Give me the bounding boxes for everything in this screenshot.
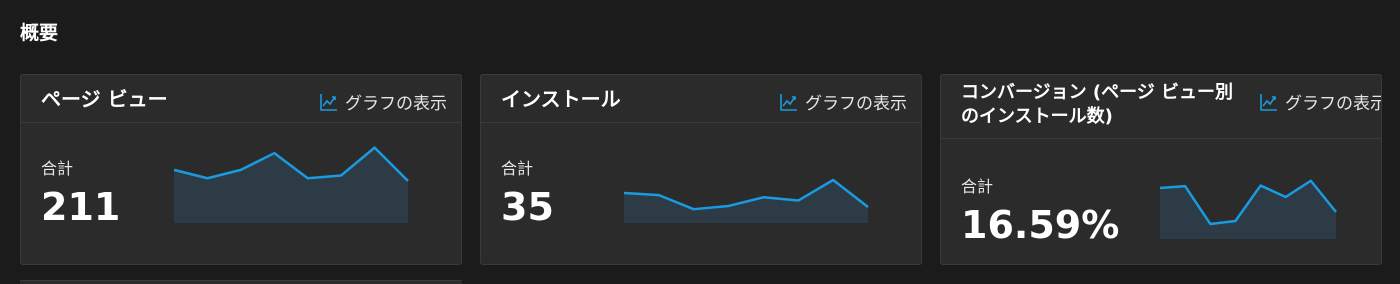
total-value: 35 <box>501 185 554 229</box>
card-header: コンバージョン (ページ ビュー別のインストール数) グラフの表示 <box>941 75 1381 139</box>
total-label: 合計 <box>41 159 74 178</box>
card-title: インストール <box>501 87 621 111</box>
show-graph-label: グラフの表示 <box>1285 94 1382 114</box>
show-graph-link[interactable]: グラフの表示 <box>779 89 907 114</box>
sparkline-area <box>174 147 408 223</box>
sparkline <box>1159 179 1337 239</box>
show-graph-label: グラフの表示 <box>345 94 447 114</box>
card-page-views: ページ ビュー グラフの表示 合計 211 <box>20 74 462 265</box>
total-label: 合計 <box>961 177 994 196</box>
show-graph-link[interactable]: グラフの表示 <box>1259 89 1382 114</box>
card-title: ページ ビュー <box>41 87 168 111</box>
card-conversion: コンバージョン (ページ ビュー別のインストール数) グラフの表示 合計 16.… <box>940 74 1382 265</box>
overview-title: 概要 <box>20 22 59 44</box>
card-installs: インストール グラフの表示 合計 35 <box>480 74 922 265</box>
show-graph-label: グラフの表示 <box>805 94 907 114</box>
card-header: インストール グラフの表示 <box>481 75 921 123</box>
sparkline <box>623 178 869 223</box>
line-chart-icon <box>1259 92 1279 112</box>
line-chart-icon <box>779 92 799 112</box>
card-title: コンバージョン (ページ ビュー別のインストール数) <box>961 82 1234 127</box>
line-chart-icon <box>319 92 339 112</box>
total-label: 合計 <box>501 159 534 178</box>
total-value: 16.59% <box>961 203 1120 247</box>
show-graph-link[interactable]: グラフの表示 <box>319 89 447 114</box>
card-header: ページ ビュー グラフの表示 <box>21 75 461 123</box>
total-value: 211 <box>41 185 121 229</box>
sparkline <box>173 146 409 223</box>
next-card-edge <box>20 280 462 284</box>
